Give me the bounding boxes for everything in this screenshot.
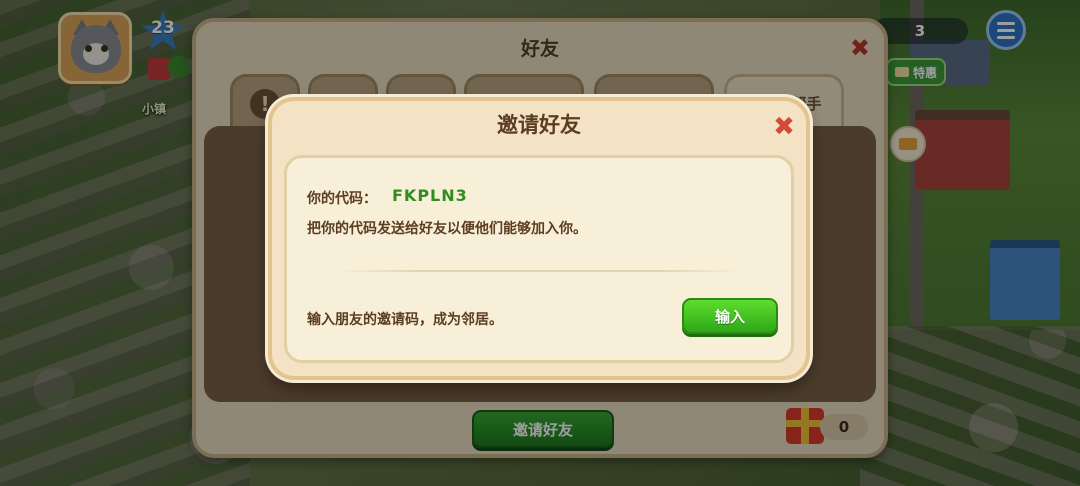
code-label: 你的代码：: [307, 191, 377, 207]
share-instructions: 把你的代码发送给好友以便他们能够加入你。: [307, 221, 587, 237]
invite-code: FKPLN3: [392, 186, 468, 205]
enter-code-button[interactable]: 输入: [682, 298, 778, 334]
invite-dialog: 邀请好友 ✖ 你的代码： FKPLN3 把你的代码发送给好友以便他们能够加入你。…: [268, 97, 810, 380]
divider: [337, 270, 741, 272]
invite-dialog-content: 你的代码： FKPLN3 把你的代码发送给好友以便他们能够加入你。 输入朋友的邀…: [284, 155, 794, 363]
close-icon[interactable]: ✖: [772, 114, 796, 140]
invite-dialog-title: 邀请好友: [497, 113, 581, 137]
enter-code-instructions: 输入朋友的邀请码，成为邻居。: [307, 312, 503, 328]
